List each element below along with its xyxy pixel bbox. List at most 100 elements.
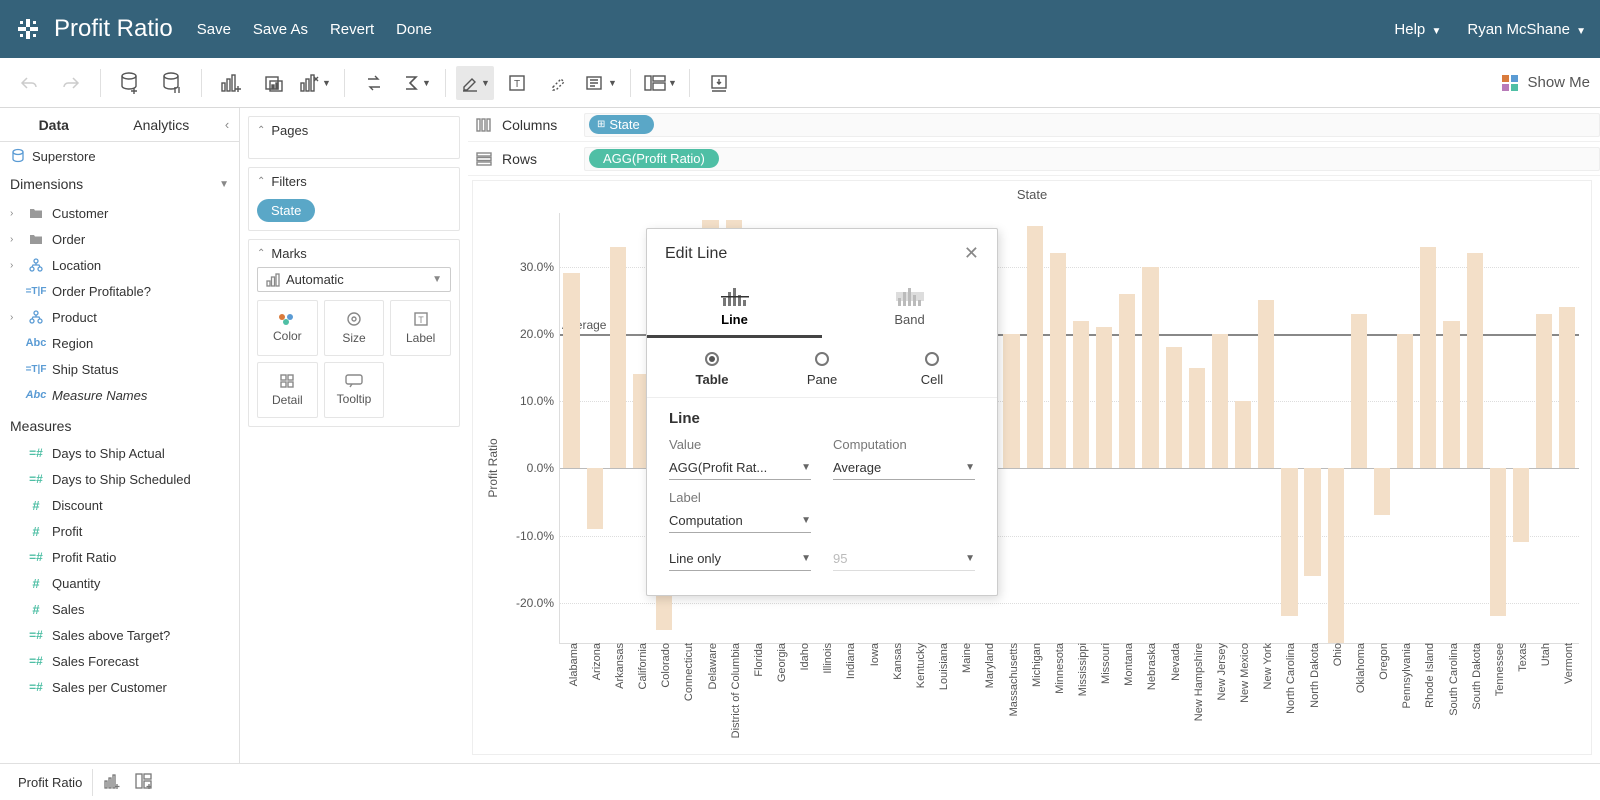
fit-button[interactable]: ▼ bbox=[582, 66, 620, 100]
highlight-button[interactable]: ▼ bbox=[456, 66, 494, 100]
bar-utah[interactable]: Utah bbox=[1533, 213, 1556, 643]
tab-data[interactable]: Data bbox=[0, 108, 108, 141]
dimension-order[interactable]: ›Order bbox=[0, 226, 239, 252]
new-dashboard-button[interactable] bbox=[131, 769, 157, 795]
bar-north-dakota[interactable]: North Dakota bbox=[1301, 213, 1324, 643]
swap-button[interactable] bbox=[355, 66, 393, 100]
rows-shelf[interactable]: Rows AGG(Profit Ratio) bbox=[468, 142, 1600, 176]
new-sheet-button[interactable] bbox=[99, 769, 125, 795]
done-link[interactable]: Done bbox=[396, 21, 432, 38]
bar-arizona[interactable]: Arizona bbox=[583, 213, 606, 643]
pages-shelf[interactable]: ⌃Pages bbox=[248, 116, 460, 159]
bar-arkansas[interactable]: Arkansas bbox=[606, 213, 629, 643]
user-menu[interactable]: Ryan McShane ▼ bbox=[1467, 21, 1586, 38]
measure-profit[interactable]: #Profit bbox=[0, 518, 239, 544]
duplicate-button[interactable] bbox=[254, 66, 292, 100]
totals-button[interactable]: ▼ bbox=[397, 66, 435, 100]
clear-button[interactable]: ▼ bbox=[296, 66, 334, 100]
bar-north-carolina[interactable]: North Carolina bbox=[1278, 213, 1301, 643]
measure-days-to-ship-scheduled[interactable]: =#Days to Ship Scheduled bbox=[0, 466, 239, 492]
close-icon[interactable]: ✕ bbox=[964, 243, 979, 264]
download-button[interactable] bbox=[700, 66, 738, 100]
bar-nebraska[interactable]: Nebraska bbox=[1139, 213, 1162, 643]
measure-sales[interactable]: #Sales bbox=[0, 596, 239, 622]
bar-texas[interactable]: Texas bbox=[1509, 213, 1532, 643]
measure-days-to-ship-actual[interactable]: =#Days to Ship Actual bbox=[0, 440, 239, 466]
dimension-customer[interactable]: ›Customer bbox=[0, 200, 239, 226]
new-datasource-button[interactable] bbox=[111, 66, 149, 100]
sheet-tab-profit-ratio[interactable]: Profit Ratio bbox=[8, 769, 93, 796]
tab-analytics[interactable]: Analytics bbox=[108, 108, 216, 141]
help-menu[interactable]: Help ▼ bbox=[1394, 21, 1441, 38]
dimension-region[interactable]: AbcRegion bbox=[0, 330, 239, 356]
revert-link[interactable]: Revert bbox=[330, 21, 374, 38]
bar-new-york[interactable]: New York bbox=[1255, 213, 1278, 643]
bar-new-mexico[interactable]: New Mexico bbox=[1232, 213, 1255, 643]
rows-pill-agg[interactable]: AGG(Profit Ratio) bbox=[589, 149, 719, 168]
bar-south-carolina[interactable]: South Carolina bbox=[1440, 213, 1463, 643]
bar-rhode-island[interactable]: Rhode Island bbox=[1417, 213, 1440, 643]
bar-pennsylvania[interactable]: Pennsylvania bbox=[1394, 213, 1417, 643]
filters-shelf[interactable]: ⌃Filters State bbox=[248, 167, 460, 231]
modal-tab-line[interactable]: Line bbox=[647, 276, 822, 338]
marks-tooltip-button[interactable]: Tooltip bbox=[324, 362, 385, 418]
label-button[interactable]: T bbox=[498, 66, 536, 100]
bar-mississippi[interactable]: Mississippi bbox=[1069, 213, 1092, 643]
new-worksheet-button[interactable] bbox=[212, 66, 250, 100]
bar-minnesota[interactable]: Minnesota bbox=[1046, 213, 1069, 643]
marks-color-button[interactable]: Color bbox=[257, 300, 318, 356]
filter-pill-state[interactable]: State bbox=[257, 199, 315, 222]
bar-oklahoma[interactable]: Oklahoma bbox=[1347, 213, 1370, 643]
measure-sales-forecast[interactable]: =#Sales Forecast bbox=[0, 648, 239, 674]
dimension-ship-status[interactable]: =T|FShip Status bbox=[0, 356, 239, 382]
redo-button[interactable] bbox=[52, 66, 90, 100]
dimension-product[interactable]: ›Product bbox=[0, 304, 239, 330]
line-style-select[interactable]: Line only▼ bbox=[669, 547, 811, 571]
measure-quantity[interactable]: #Quantity bbox=[0, 570, 239, 596]
value-select[interactable]: AGG(Profit Rat...▼ bbox=[669, 456, 811, 480]
dimension-measure-names[interactable]: AbcMeasure Names bbox=[0, 382, 239, 408]
scope-table[interactable]: Table bbox=[657, 352, 767, 387]
bar-new-hampshire[interactable]: New Hampshire bbox=[1185, 213, 1208, 643]
bar-tennessee[interactable]: Tennessee bbox=[1486, 213, 1509, 643]
bar-south-dakota[interactable]: South Dakota bbox=[1463, 213, 1486, 643]
bar-nevada[interactable]: Nevada bbox=[1162, 213, 1185, 643]
columns-pill-state[interactable]: ⊞State bbox=[589, 115, 654, 134]
dimension-order-profitable-[interactable]: =T|FOrder Profitable? bbox=[0, 278, 239, 304]
save-link[interactable]: Save bbox=[197, 21, 231, 38]
bar-montana[interactable]: Montana bbox=[1116, 213, 1139, 643]
bar-missouri[interactable]: Missouri bbox=[1093, 213, 1116, 643]
measure-sales-above-target-[interactable]: =#Sales above Target? bbox=[0, 622, 239, 648]
datasource-item[interactable]: Superstore bbox=[0, 142, 239, 170]
measure-discount[interactable]: #Discount bbox=[0, 492, 239, 518]
measure-sales-per-customer[interactable]: =#Sales per Customer bbox=[0, 674, 239, 700]
marks-size-button[interactable]: Size bbox=[324, 300, 385, 356]
marks-label-button[interactable]: TLabel bbox=[390, 300, 451, 356]
collapse-pane-icon[interactable]: ‹ bbox=[215, 108, 239, 141]
bar-vermont[interactable]: Vermont bbox=[1556, 213, 1579, 643]
confidence-select[interactable]: 95▼ bbox=[833, 547, 975, 571]
measure-profit-ratio[interactable]: =#Profit Ratio bbox=[0, 544, 239, 570]
bar-ohio[interactable]: Ohio bbox=[1324, 213, 1347, 643]
marks-type-select[interactable]: Automatic▼ bbox=[257, 267, 451, 292]
pause-auto-updates-button[interactable] bbox=[153, 66, 191, 100]
show-me-button[interactable]: Show Me bbox=[1501, 74, 1590, 92]
computation-select[interactable]: Average▼ bbox=[833, 456, 975, 480]
bar-alabama[interactable]: Alabama bbox=[560, 213, 583, 643]
label-select[interactable]: Computation▼ bbox=[669, 509, 811, 533]
format-button[interactable] bbox=[540, 66, 578, 100]
bar-oregon[interactable]: Oregon bbox=[1370, 213, 1393, 643]
bar-new-jersey[interactable]: New Jersey bbox=[1208, 213, 1231, 643]
modal-tab-band[interactable]: Band bbox=[822, 276, 997, 338]
scope-cell[interactable]: Cell bbox=[877, 352, 987, 387]
dimensions-header[interactable]: Dimensions▼ bbox=[0, 170, 239, 198]
marks-detail-button[interactable]: Detail bbox=[257, 362, 318, 418]
undo-button[interactable] bbox=[10, 66, 48, 100]
bar-michigan[interactable]: Michigan bbox=[1023, 213, 1046, 643]
scope-pane[interactable]: Pane bbox=[767, 352, 877, 387]
save-as-link[interactable]: Save As bbox=[253, 21, 308, 38]
columns-shelf[interactable]: Columns ⊞State bbox=[468, 108, 1600, 142]
dimension-location[interactable]: ›Location bbox=[0, 252, 239, 278]
show-cards-button[interactable]: ▼ bbox=[641, 66, 679, 100]
bar-massachusetts[interactable]: Massachusetts bbox=[1000, 213, 1023, 643]
